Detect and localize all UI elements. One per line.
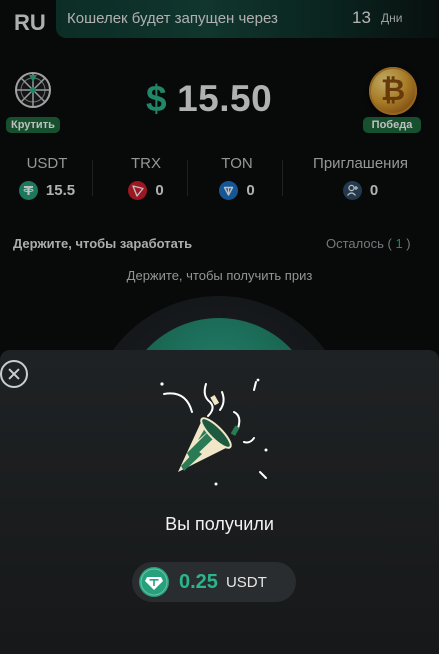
close-icon[interactable] xyxy=(0,360,28,388)
reward-unit: USDT xyxy=(225,573,267,591)
tether-icon xyxy=(139,567,169,597)
party-popper-icon xyxy=(150,372,275,490)
reward-title: Вы получили xyxy=(165,514,274,534)
reward-amount-pill: 0.25 USDT xyxy=(132,562,296,602)
reward-amount: 0.25 xyxy=(179,570,218,593)
